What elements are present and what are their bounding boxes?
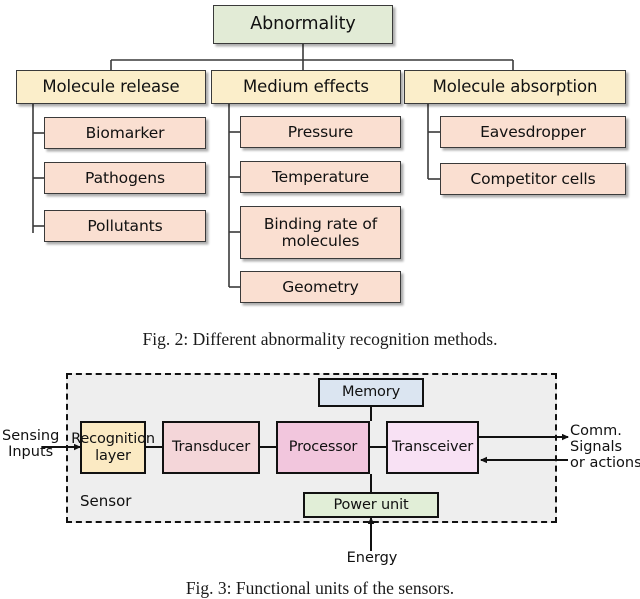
comm-signals-line2: Signals (570, 439, 623, 456)
tree-node-label: Medium effects (243, 77, 369, 97)
block-transducer[interactable]: Transducer (162, 421, 260, 474)
abnormality-tree-figure: Abnormality Molecule release Medium effe… (0, 0, 640, 318)
block-label: Power unit (333, 496, 409, 513)
tree-node-binding-rate-of-molecules[interactable]: Binding rate of molecules (240, 206, 401, 259)
sensing-inputs-line2: Inputs (8, 444, 54, 461)
tree-node-label: Pathogens (85, 168, 165, 187)
tree-node-label: Pollutants (87, 216, 163, 235)
tree-node-label: Binding rate of molecules (263, 214, 378, 250)
tree-node-molecule-absorption[interactable]: Molecule absorption (404, 70, 626, 104)
tree-node-molecule-release[interactable]: Molecule release (16, 70, 206, 104)
block-processor[interactable]: Processor (276, 421, 370, 474)
tree-node-label: Biomarker (85, 123, 165, 142)
tree-node-medium-effects[interactable]: Medium effects (211, 70, 401, 104)
block-label: Transceiver (391, 439, 474, 456)
tree-node-label: Molecule absorption (432, 77, 598, 97)
tree-node-pathogens[interactable]: Pathogens (44, 162, 206, 194)
block-power-unit[interactable]: Power unit (303, 492, 439, 518)
block-label: Memory (341, 384, 401, 401)
tree-node-label: Abnormality (250, 14, 356, 35)
comm-signals-line3: or actions (570, 455, 640, 472)
tree-node-eavesdropper[interactable]: Eavesdropper (440, 116, 626, 148)
block-label: Processor (288, 439, 358, 456)
tree-node-label: Geometry (282, 277, 359, 296)
block-memory[interactable]: Memory (318, 378, 424, 407)
sensor-functional-units-figure: Sensor Memory Recognition layer Transduc… (0, 318, 640, 596)
tree-node-pressure[interactable]: Pressure (240, 116, 401, 148)
tree-node-pollutants[interactable]: Pollutants (44, 210, 206, 242)
tree-node-competitor-cells[interactable]: Competitor cells (440, 163, 626, 195)
comm-signals-label: Comm. Signals or actions (570, 423, 640, 472)
sensing-inputs-label: Sensing Inputs (2, 428, 59, 460)
energy-label: Energy (346, 550, 398, 566)
sensing-inputs-line1: Sensing (2, 428, 60, 444)
tree-node-label: Eavesdropper (480, 122, 586, 141)
tree-node-biomarker[interactable]: Biomarker (44, 117, 206, 149)
tree-node-label: Competitor cells (470, 169, 596, 188)
block-transceiver[interactable]: Transceiver (386, 421, 479, 474)
block-label: Transducer (171, 439, 251, 456)
tree-node-abnormality[interactable]: Abnormality (213, 5, 393, 44)
tree-node-label: Pressure (287, 122, 354, 141)
block-label: Recognition layer (71, 430, 155, 464)
block-recognition-layer[interactable]: Recognition layer (71, 421, 155, 474)
tree-node-label: Temperature (271, 167, 370, 186)
tree-node-label: Molecule release (42, 77, 180, 97)
tree-node-temperature[interactable]: Temperature (240, 161, 401, 193)
comm-signals-line1: Comm. (570, 423, 622, 439)
tree-node-geometry[interactable]: Geometry (240, 271, 401, 303)
